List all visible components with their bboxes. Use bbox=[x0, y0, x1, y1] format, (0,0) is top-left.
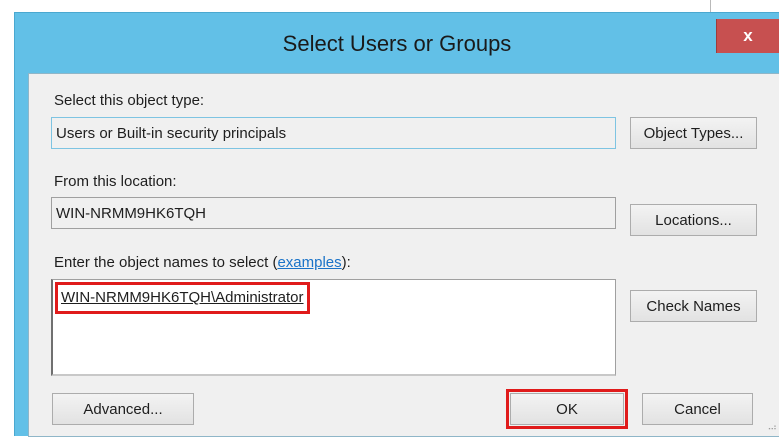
locations-button[interactable]: Locations... bbox=[630, 204, 757, 236]
object-type-label: Select this object type: bbox=[54, 92, 205, 109]
object-type-field: Users or Built-in security principals bbox=[51, 117, 616, 149]
advanced-button[interactable]: Advanced... bbox=[52, 393, 194, 425]
dialog-body: Select this object type: Users or Built-… bbox=[28, 73, 779, 437]
close-button[interactable]: x bbox=[716, 19, 779, 53]
ok-button-highlight: OK bbox=[506, 389, 628, 429]
check-names-button[interactable]: Check Names bbox=[630, 290, 757, 322]
examples-link[interactable]: examples bbox=[277, 254, 341, 271]
dialog-title: Select Users or Groups bbox=[282, 31, 512, 56]
object-names-label: Enter the object names to select (exampl… bbox=[54, 254, 351, 271]
resize-grip-icon[interactable]: ⠠⠴ bbox=[765, 422, 777, 433]
object-name-entry[interactable]: WIN-NRMM9HK6TQH\Administrator bbox=[55, 282, 310, 314]
close-icon: x bbox=[743, 26, 753, 45]
background-window-edge bbox=[710, 0, 711, 12]
cancel-button[interactable]: Cancel bbox=[642, 393, 753, 425]
location-value: WIN-NRMM9HK6TQH bbox=[56, 204, 206, 222]
object-type-value: Users or Built-in security principals bbox=[56, 124, 287, 142]
location-label: From this location: bbox=[54, 173, 177, 190]
location-field: WIN-NRMM9HK6TQH bbox=[51, 197, 616, 229]
object-names-input[interactable]: WIN-NRMM9HK6TQH\Administrator bbox=[51, 279, 616, 376]
ok-button[interactable]: OK bbox=[510, 393, 624, 425]
object-types-button[interactable]: Object Types... bbox=[630, 117, 757, 149]
select-users-dialog: Select Users or Groups x Select this obj… bbox=[14, 12, 779, 437]
